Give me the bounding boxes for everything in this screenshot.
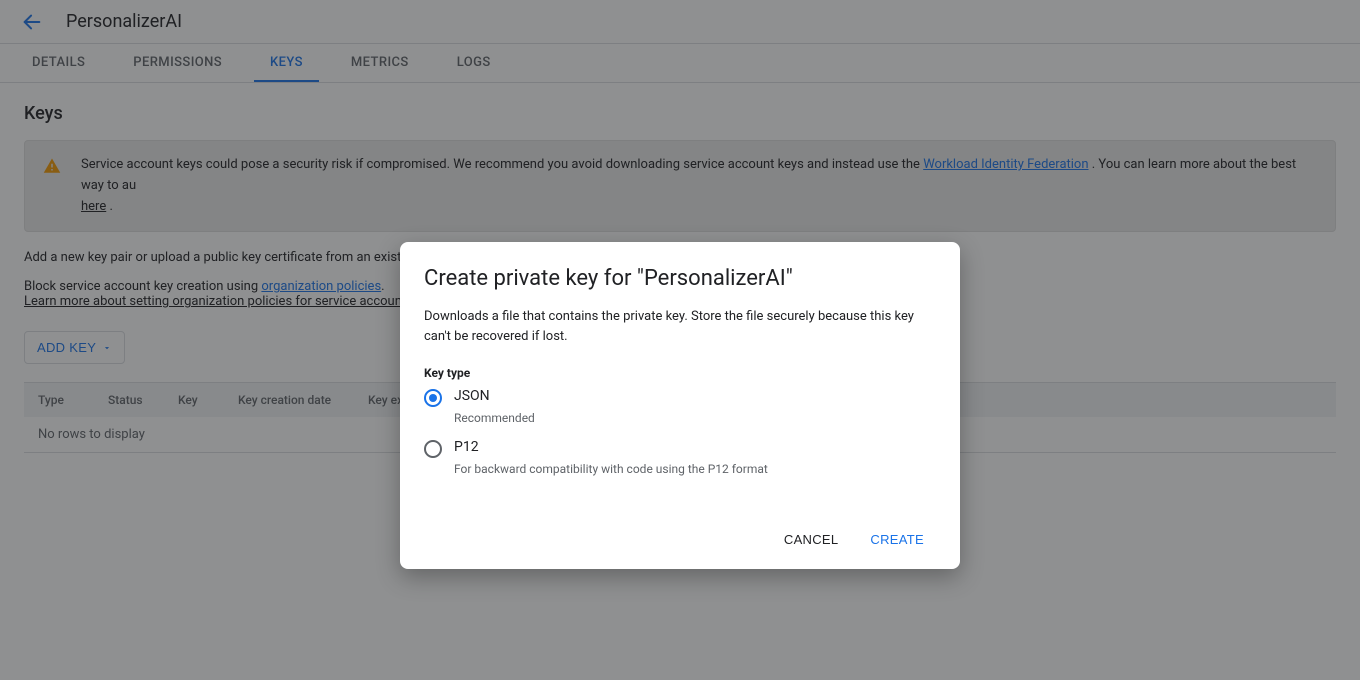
radio-icon [424,440,442,458]
modal-overlay[interactable]: Create private key for "PersonalizerAI" … [0,0,1360,680]
cancel-button[interactable]: CANCEL [772,522,851,557]
radio-label-p12: P12 [454,439,479,455]
keytype-p12-option[interactable]: P12 [424,439,936,458]
radio-icon [424,389,442,407]
dialog-subtitle: Downloads a file that contains the priva… [424,307,936,346]
dialog-actions: CANCEL CREATE [424,522,936,557]
dialog-title: Create private key for "PersonalizerAI" [424,266,936,291]
keytype-json-option[interactable]: JSON [424,388,936,407]
radio-help-p12: For backward compatibility with code usi… [454,462,936,476]
create-button[interactable]: CREATE [858,522,936,557]
keytype-label: Key type [424,366,936,380]
create-key-dialog: Create private key for "PersonalizerAI" … [400,242,960,569]
radio-label-json: JSON [454,388,490,404]
radio-help-json: Recommended [454,411,936,425]
